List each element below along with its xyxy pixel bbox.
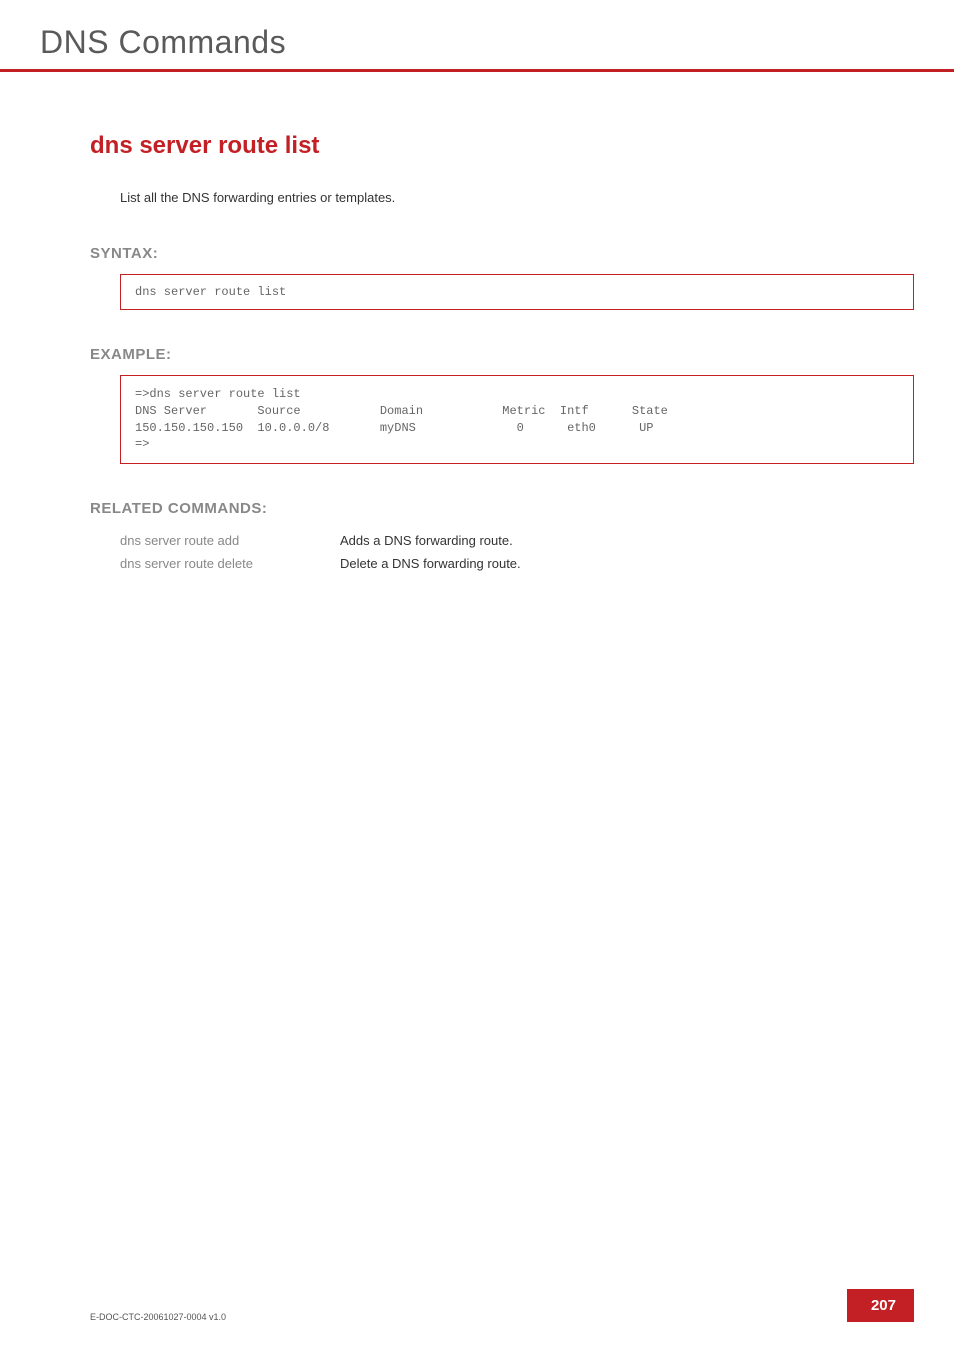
related-command: dns server route add (120, 529, 340, 552)
related-commands-table: dns server route add Adds a DNS forwardi… (120, 529, 944, 575)
related-command: dns server route delete (120, 552, 340, 575)
page-footer: E-DOC-CTC-20061027-0004 v1.0 207 (90, 1289, 914, 1322)
syntax-code: dns server route list (120, 274, 914, 310)
syntax-label: SYNTAX: (90, 245, 914, 262)
related-description: Adds a DNS forwarding route. (340, 529, 944, 552)
example-output: =>dns server route list DNS Server Sourc… (120, 375, 914, 464)
command-title: dns server route list (90, 132, 914, 160)
page-header: DNS Commands (0, 0, 954, 72)
table-row: dns server route add Adds a DNS forwardi… (120, 529, 944, 552)
command-description: List all the DNS forwarding entries or t… (120, 190, 914, 205)
page-number: 207 (847, 1289, 914, 1322)
example-label: EXAMPLE: (90, 346, 914, 363)
table-row: dns server route delete Delete a DNS for… (120, 552, 944, 575)
related-label: RELATED COMMANDS: (90, 500, 914, 517)
related-description: Delete a DNS forwarding route. (340, 552, 944, 575)
document-id: E-DOC-CTC-20061027-0004 v1.0 (90, 1312, 226, 1322)
chapter-title: DNS Commands (40, 24, 954, 61)
content-area: dns server route list List all the DNS f… (0, 132, 954, 575)
